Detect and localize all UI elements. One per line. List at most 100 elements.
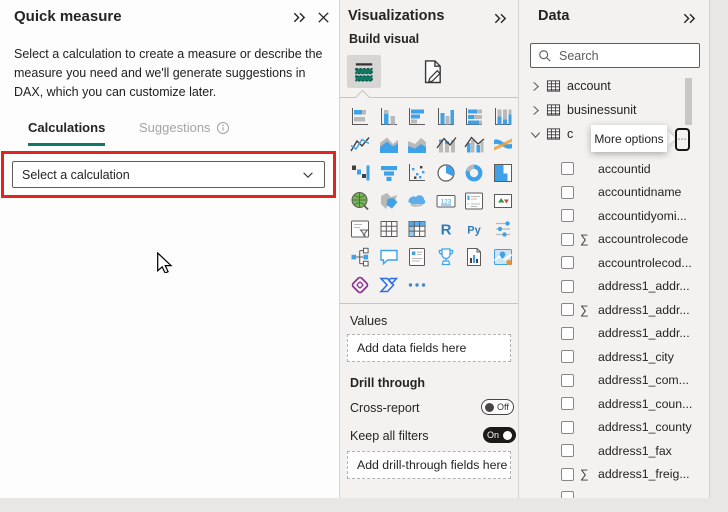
field-row[interactable]: accountid [519, 157, 709, 181]
field-row[interactable]: address1_addr... [519, 275, 709, 299]
viz-icon-stacked-area-chart[interactable] [403, 131, 432, 159]
field-row[interactable]: address1_county [519, 416, 709, 440]
active-tab-underline [28, 143, 105, 146]
viz-icon-paginated-report[interactable] [460, 243, 489, 271]
viz-icon-line-and-stacked-column-chart[interactable] [432, 131, 461, 159]
field-row[interactable]: ∑address1_freig... [519, 463, 709, 487]
chevron-right-icon[interactable] [529, 105, 542, 116]
field-checkbox[interactable] [561, 468, 574, 481]
keep-all-filters-label: Keep all filters [350, 429, 429, 443]
viz-icon-arcgis-map[interactable] [489, 243, 518, 271]
viz-icon-more-visuals[interactable] [403, 271, 432, 299]
field-checkbox[interactable] [561, 256, 574, 269]
field-checkbox[interactable] [561, 186, 574, 199]
add-drill-through-placeholder: Add drill-through fields here [357, 458, 507, 472]
search-input[interactable]: Search [530, 43, 700, 68]
keep-all-filters-toggle[interactable]: On [483, 427, 516, 443]
field-checkbox[interactable] [561, 209, 574, 222]
viz-icon-map[interactable] [346, 187, 375, 215]
field-checkbox[interactable] [561, 421, 574, 434]
table-icon [546, 103, 561, 117]
more-options-button[interactable]: ⋯ [675, 128, 690, 151]
field-checkbox[interactable] [561, 350, 574, 363]
viz-icon-area-chart[interactable] [375, 131, 404, 159]
field-checkbox[interactable] [561, 444, 574, 457]
viz-icon-q-and-a[interactable] [375, 243, 404, 271]
more-options-tooltip: More options [591, 125, 667, 152]
field-row[interactable]: address1_fax [519, 439, 709, 463]
field-row[interactable]: accountidname [519, 181, 709, 205]
tab-calculations[interactable]: Calculations [28, 120, 105, 135]
field-row[interactable]: ∑accountrolecode [519, 228, 709, 252]
viz-icon-line-and-clustered-column-chart[interactable] [460, 131, 489, 159]
table-row-businessunit[interactable]: businessunit [519, 98, 709, 122]
viz-icon-funnel-chart[interactable] [375, 159, 404, 187]
field-row[interactable]: address1_coun... [519, 392, 709, 416]
viz-icon-filled-map[interactable] [375, 187, 404, 215]
format-visual-tab[interactable] [415, 55, 449, 88]
field-row[interactable]: address1_addr... [519, 322, 709, 346]
scrollbar-thumb[interactable] [685, 78, 692, 125]
field-checkbox[interactable] [561, 233, 574, 246]
viz-icon-hundred-stacked-column-chart[interactable] [489, 103, 518, 131]
field-checkbox[interactable] [561, 162, 574, 175]
field-row[interactable]: accountrolecod... [519, 251, 709, 275]
add-drill-through-fields-well[interactable]: Add drill-through fields here [347, 451, 511, 479]
viz-icon-donut-chart[interactable] [460, 159, 489, 187]
toggle-state-label: Off [497, 402, 509, 412]
viz-icon-azure-map[interactable] [403, 187, 432, 215]
viz-icon-power-apps[interactable] [346, 271, 375, 299]
viz-icon-clustered-column-chart[interactable] [432, 103, 461, 131]
viz-icon-table[interactable] [375, 215, 404, 243]
viz-icon-python-visual[interactable]: Py [460, 215, 489, 243]
viz-icon-kpi[interactable] [489, 187, 518, 215]
field-row[interactable]: accountidyomi... [519, 204, 709, 228]
viz-icon-metrics[interactable] [432, 243, 461, 271]
double-chevron-right-icon[interactable] [682, 11, 697, 26]
double-chevron-right-icon[interactable] [493, 11, 508, 26]
chevron-down-icon[interactable] [529, 129, 542, 140]
calculation-dropdown-value: Select a calculation [22, 168, 130, 182]
chevron-right-icon[interactable] [529, 81, 542, 92]
viz-icon-stacked-bar-chart[interactable] [346, 103, 375, 131]
field-checkbox[interactable] [561, 280, 574, 293]
viz-icon-line-chart[interactable] [346, 131, 375, 159]
viz-icon-matrix[interactable] [403, 215, 432, 243]
viz-icon-pie-chart[interactable] [432, 159, 461, 187]
viz-icon-stacked-column-chart[interactable] [375, 103, 404, 131]
viz-icon-card[interactable]: 123 [432, 187, 461, 215]
viz-icon-power-automate[interactable] [375, 271, 404, 299]
field-row[interactable] [519, 486, 709, 498]
viz-icon-hundred-stacked-bar-chart[interactable] [460, 103, 489, 131]
quick-measure-title: Quick measure [14, 8, 122, 25]
viz-icon-scatter-chart[interactable] [403, 159, 432, 187]
field-row[interactable]: ∑address1_addr... [519, 298, 709, 322]
field-checkbox[interactable] [561, 374, 574, 387]
visualizations-title: Visualizations [348, 8, 444, 24]
viz-icon-treemap[interactable] [489, 159, 518, 187]
tab-suggestions[interactable]: Suggestions [139, 120, 230, 135]
viz-icon-smart-narrative[interactable] [403, 243, 432, 271]
cross-report-toggle[interactable]: Off [481, 399, 514, 415]
viz-icon-ribbon-chart[interactable] [489, 131, 518, 159]
field-row[interactable]: address1_city [519, 345, 709, 369]
calculation-dropdown[interactable]: Select a calculation [12, 161, 325, 188]
build-visual-tab[interactable] [347, 55, 381, 88]
add-data-fields-well[interactable]: Add data fields here [347, 334, 511, 362]
field-checkbox[interactable] [561, 397, 574, 410]
table-icon [546, 127, 561, 141]
table-row-account[interactable]: account [519, 74, 709, 98]
viz-icon-r-script-visual[interactable]: R [432, 215, 461, 243]
viz-icon-slicer[interactable] [346, 215, 375, 243]
close-icon[interactable] [316, 10, 331, 25]
viz-icon-decomposition-tree[interactable] [346, 243, 375, 271]
viz-icon-parameters-slicer[interactable] [489, 215, 518, 243]
field-checkbox[interactable] [561, 327, 574, 340]
viz-icon-waterfall-chart[interactable] [346, 159, 375, 187]
viz-icon-clustered-bar-chart[interactable] [403, 103, 432, 131]
field-checkbox[interactable] [561, 303, 574, 316]
field-row[interactable]: address1_com... [519, 369, 709, 393]
field-checkbox[interactable] [561, 491, 574, 498]
viz-icon-multi-row-card[interactable] [460, 187, 489, 215]
double-chevron-right-icon[interactable] [292, 10, 307, 25]
